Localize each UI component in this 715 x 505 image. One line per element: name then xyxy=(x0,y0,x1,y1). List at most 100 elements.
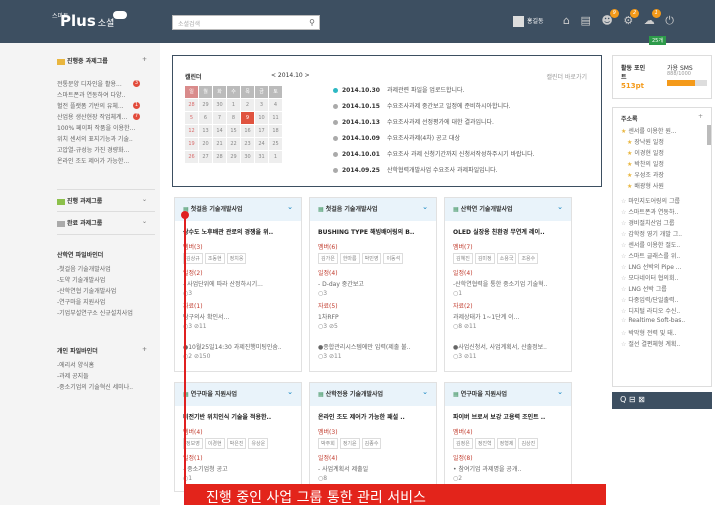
user-menu[interactable]: 홍길동 xyxy=(513,16,544,27)
calendar-day[interactable]: 26 xyxy=(185,151,198,163)
calendar-day[interactable]: 30 xyxy=(241,151,254,163)
project-card[interactable]: ▦ 첫걸음 기술개발사업 ⌄ BUSHING TYPE 해빙배어링의 B.. 멤버(6… xyxy=(309,197,437,372)
network-icon[interactable]: ⚙ 2 xyxy=(623,9,640,27)
favorite-item[interactable]: ★ 박찬의 일정 xyxy=(621,159,707,170)
project-card[interactable]: ▦ 산학전용 기술개발사업 ⌄ 온라인 조도 제어가 가능한 패설 .. 멤버(3) 박… xyxy=(309,382,437,492)
calendar-day[interactable]: 11 xyxy=(269,112,282,124)
binder-item[interactable]: -도약 기술개발사업 xyxy=(57,275,155,286)
search-icon[interactable]: ⚲ xyxy=(309,18,315,27)
group-item[interactable]: ☆ 다중입력/단일출력.. xyxy=(621,295,707,306)
add-icon[interactable]: + xyxy=(142,56,147,63)
calendar-day[interactable]: 8 xyxy=(227,112,240,124)
star-icon[interactable]: ★ xyxy=(627,161,632,168)
chevron-down-icon[interactable]: ⌄ xyxy=(422,388,428,396)
calendar-day[interactable]: 19 xyxy=(185,138,198,150)
star-outline-icon[interactable]: ☆ xyxy=(621,220,626,227)
star-outline-icon[interactable]: ☆ xyxy=(621,317,626,324)
member-tag[interactable]: 정기윤 xyxy=(339,438,360,449)
files-text[interactable]: 과제상태가 1~1단계 이... xyxy=(445,311,571,322)
binder-item[interactable]: -기업부설연구소 신규설치사업 xyxy=(57,308,155,319)
calendar-event[interactable]: 2014.10.13 수요조사과제 선정평가에 대한 결과입니다. xyxy=(333,117,494,126)
favorite-item[interactable]: ★ 배광형 사원 xyxy=(621,181,707,192)
in-progress-section[interactable]: 진행 과제그룹 ⌄ xyxy=(57,196,155,207)
calendar-day[interactable]: 17 xyxy=(255,125,268,137)
star-icon[interactable]: ★ xyxy=(627,150,632,157)
favorite-item[interactable]: ★ 이경현 일정 xyxy=(621,148,707,159)
calendar-day[interactable]: 28 xyxy=(185,99,198,111)
member-tag[interactable]: 김가은 xyxy=(318,253,338,264)
calendar-day[interactable]: 9 xyxy=(241,112,254,124)
sidebar-item[interactable]: 위치 센서의 표지기능과 기술.. xyxy=(57,134,155,145)
member-tag[interactable]: 정진혁 xyxy=(474,438,495,449)
calendar-day[interactable]: 30 xyxy=(213,99,226,111)
group-item[interactable]: ☆ Realtime Soft-bas.. xyxy=(621,317,707,328)
project-card[interactable]: ▦ 산학연 기술개발사업 ⌄ OLED 실장용 친환경 무연계 레이.. 멤버(7) 김… xyxy=(444,197,572,372)
calendar-day[interactable]: 15 xyxy=(227,125,240,137)
calendar-day[interactable]: 2 xyxy=(241,99,254,111)
group-item[interactable]: ☆ LNG 선박의 Pipe ... xyxy=(621,262,707,273)
calendar-day[interactable]: 14 xyxy=(213,125,226,137)
member-tag[interactable]: 조동현 xyxy=(204,253,225,264)
star-outline-icon[interactable]: ☆ xyxy=(621,275,626,282)
schedule-text[interactable]: - 사업계획서 제출일 xyxy=(310,463,436,474)
card-header[interactable]: ▦ 연구마을 지원사업 ⌄ xyxy=(445,383,571,406)
binder-item[interactable]: -에리서 양식홈 xyxy=(57,360,155,371)
group-item[interactable]: ☆ LNG 선박 그룹 xyxy=(621,284,707,295)
card-footer-text[interactable]: ●사업신청서, 사업계획서, 산출정보.. xyxy=(445,341,571,352)
calendar-day[interactable]: 7 xyxy=(213,112,226,124)
calendar-day[interactable]: 27 xyxy=(199,151,212,163)
home-icon[interactable]: ⌂ xyxy=(563,14,570,27)
schedule-text[interactable]: - 사업단위에 따라 산정하시기... xyxy=(175,278,301,289)
chevron-down-icon[interactable]: ⌄ xyxy=(142,218,147,225)
chevron-down-icon[interactable]: ⌄ xyxy=(557,388,563,396)
star-outline-icon[interactable]: ☆ xyxy=(621,286,626,293)
favorite-item[interactable]: ★ 장낙원 일정 xyxy=(621,137,707,148)
card-title[interactable]: OLED 실장용 친환경 무연계 레이.. xyxy=(445,221,571,239)
star-outline-icon[interactable]: ☆ xyxy=(621,231,626,238)
group-item[interactable]: ☆ 경비절치산업 그룹 xyxy=(621,218,707,229)
member-tag[interactable]: 정형제 xyxy=(496,438,517,449)
project-card[interactable]: ▦ 연구마을 지원사업 ⌄ 파이버 브로셔 보강 고용력 조인트 .. 멤버(4) 김정… xyxy=(444,382,572,492)
star-outline-icon[interactable]: ☆ xyxy=(621,341,626,348)
star-outline-icon[interactable]: ☆ xyxy=(621,253,626,260)
binder-item[interactable]: -첫걸음 기술개발사업 xyxy=(57,264,155,275)
binder-item[interactable]: -과제 공지들 xyxy=(57,371,155,382)
card-header[interactable]: ▦ 첫걸음 기술개발사업 ⌄ xyxy=(175,198,301,221)
binder-item[interactable]: -연구마을 지원사업 xyxy=(57,297,155,308)
card-header[interactable]: ▦ 연구마을 지원사업 ⌄ xyxy=(175,383,301,406)
calendar-day[interactable]: 6 xyxy=(199,112,212,124)
sidebar-item[interactable]: 전통문양 디자인을 활용... 3 xyxy=(57,79,155,90)
calendar-day[interactable]: 5 xyxy=(185,112,198,124)
project-card[interactable]: ▦ 첫걸음 기술개발사업 ⌄ 상수도 노후배관 관로의 경쟁을 위.. 멤버(3) 김상… xyxy=(174,197,302,372)
member-tag[interactable]: 김정은 xyxy=(453,438,473,449)
files-text[interactable]: 1차RFP xyxy=(310,311,436,322)
star-icon[interactable]: ★ xyxy=(627,183,632,190)
group-item[interactable]: ☆ 감학정 영기 개발 그.. xyxy=(621,229,707,240)
people-icon[interactable]: ☻ 9 xyxy=(601,9,619,27)
star-outline-icon[interactable]: ☆ xyxy=(621,330,626,337)
schedule-text[interactable]: - 중소기업청 공고 xyxy=(175,463,301,474)
project-card[interactable]: ▦ 연구마을 지원사업 ⌄ 비전기반 위치인식 기술을 적용한.. 멤버(4) 정보영 이… xyxy=(174,382,302,492)
member-tag[interactable]: 이경현 xyxy=(204,438,225,449)
doc-icon[interactable]: ▤ xyxy=(580,14,590,27)
card-header[interactable]: ▦ 산학전용 기술개발사업 ⌄ xyxy=(310,383,436,406)
calendar-day[interactable]: 25 xyxy=(269,138,282,150)
calendar-event[interactable]: 2014.09.25 산학협력개발사업 수요조사 과제파일입니다. xyxy=(333,165,498,174)
sidebar-item[interactable]: 고압열-규성능 가진 경량화... xyxy=(57,145,155,156)
chat-icon[interactable]: ☁ 1 xyxy=(644,9,661,27)
member-tag[interactable]: 소용국 xyxy=(496,253,517,264)
sidebar-item[interactable]: 혈전 플랫폼 기반의 유체... 1 xyxy=(57,101,155,112)
section-header[interactable]: 진행중 과제그룹 + xyxy=(57,56,155,67)
calendar-event[interactable]: 2014.10.09 수요조사과제(4차) 공고 대상 xyxy=(333,133,460,142)
chevron-down-icon[interactable]: ⌄ xyxy=(287,203,293,211)
group-item[interactable]: ☆ 스마트폰과 연동하.. xyxy=(621,207,707,218)
favorite-item[interactable]: ★ 우성조 과장 xyxy=(621,170,707,181)
calendar-day[interactable]: 13 xyxy=(199,125,212,137)
group-item[interactable]: ☆ 센서를 이용한 절도.. xyxy=(621,240,707,251)
star-outline-icon[interactable]: ☆ xyxy=(621,242,626,249)
calendar-day[interactable]: 29 xyxy=(227,151,240,163)
calendar-event[interactable]: 2014.10.01 수요조사 과제 신청기간까지 신청서작성하주시기 바랍니다. xyxy=(333,149,535,158)
calendar-day[interactable]: 22 xyxy=(227,138,240,150)
star-outline-icon[interactable]: ☆ xyxy=(621,198,626,205)
sidebar-item[interactable]: 스마트폰과 연동하여 다양.. xyxy=(57,90,155,101)
